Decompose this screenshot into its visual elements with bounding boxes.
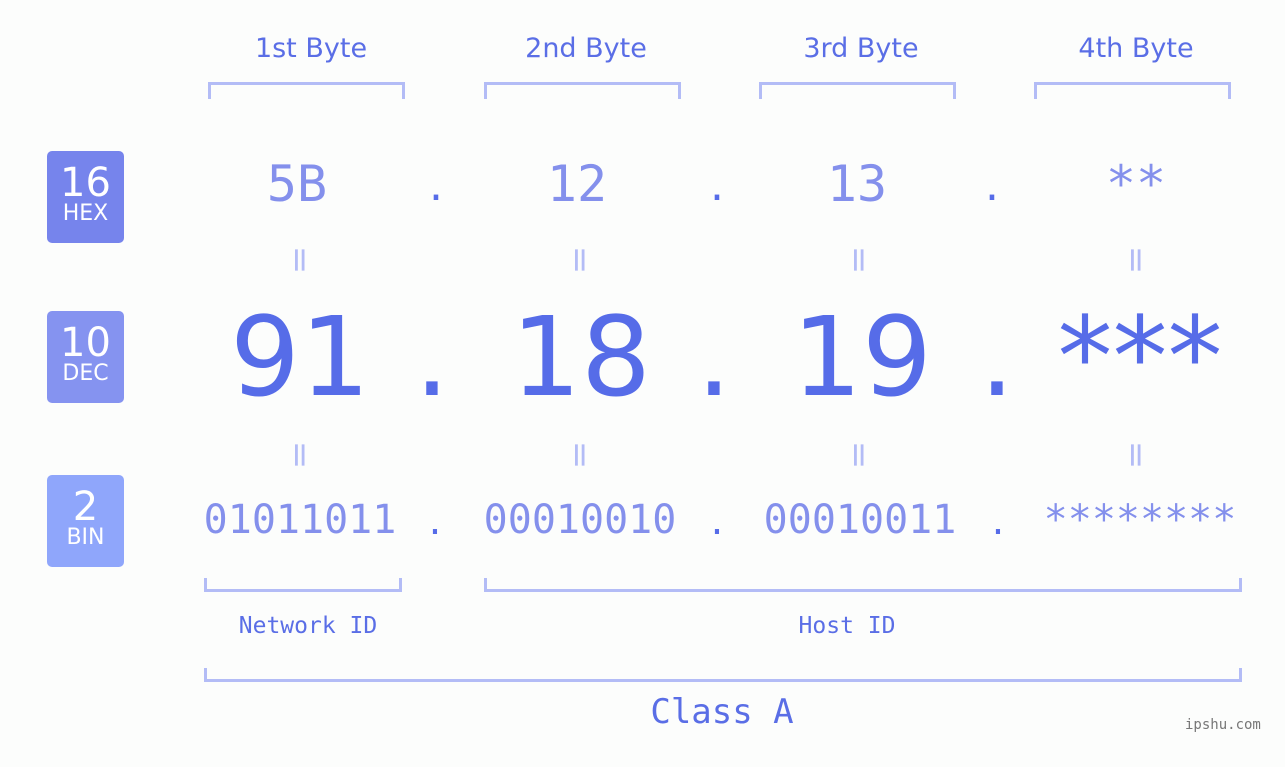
watermark: ipshu.com xyxy=(1185,717,1261,733)
equals-sign: = xyxy=(280,245,320,275)
hex-dot-3: . xyxy=(985,160,999,211)
hex-byte-1: 5B xyxy=(266,155,328,213)
class-label: Class A xyxy=(650,692,794,732)
equals-sign: = xyxy=(560,245,600,275)
class-bracket xyxy=(204,668,1242,682)
dec-byte-4: *** xyxy=(1057,293,1223,421)
byte-3-bracket xyxy=(759,82,956,99)
network-id-label: Network ID xyxy=(238,613,378,639)
bin-dot-2: . xyxy=(710,498,724,544)
hex-byte-4: ** xyxy=(1105,155,1167,213)
equals-sign: = xyxy=(280,440,320,470)
dec-badge: 10 DEC xyxy=(47,311,124,403)
dec-byte-1: 91 xyxy=(230,293,370,421)
dec-base: 10 xyxy=(60,320,111,366)
bin-dot-3: . xyxy=(991,498,1005,544)
dec-dot-1: . xyxy=(414,293,450,421)
byte-1-bracket xyxy=(208,82,405,99)
header-byte-1: 1st Byte xyxy=(254,33,368,64)
bin-byte-1: 01011011 xyxy=(203,497,397,543)
byte-2-bracket xyxy=(484,82,681,99)
dec-dot-2: . xyxy=(696,293,732,421)
dec-label: DEC xyxy=(62,361,109,386)
equals-sign: = xyxy=(1116,440,1156,470)
dec-dot-3: . xyxy=(979,293,1015,421)
equals-sign: = xyxy=(839,440,879,470)
hex-label: HEX xyxy=(62,201,109,226)
equals-sign: = xyxy=(839,245,879,275)
dec-byte-2: 18 xyxy=(511,293,651,421)
bin-badge: 2 BIN xyxy=(47,475,124,567)
hex-byte-2: 12 xyxy=(546,155,608,213)
bin-byte-4: ******** xyxy=(1043,497,1237,543)
bin-byte-3: 00010011 xyxy=(763,497,957,543)
bin-base: 2 xyxy=(72,484,99,530)
byte-4-bracket xyxy=(1034,82,1231,99)
bin-label: BIN xyxy=(66,525,105,550)
header-byte-2: 2nd Byte xyxy=(525,33,647,64)
equals-sign: = xyxy=(560,440,600,470)
hex-dot-1: . xyxy=(429,160,443,211)
hex-byte-3: 13 xyxy=(826,155,888,213)
host-id-label: Host ID xyxy=(798,613,896,639)
bin-dot-1: . xyxy=(428,498,442,544)
bin-byte-2: 00010010 xyxy=(483,497,677,543)
hex-dot-2: . xyxy=(710,160,724,211)
network-id-bracket xyxy=(204,578,402,592)
header-byte-4: 4th Byte xyxy=(1078,33,1194,64)
hex-badge: 16 HEX xyxy=(47,151,124,243)
header-byte-3: 3rd Byte xyxy=(803,33,919,64)
host-id-bracket xyxy=(484,578,1242,592)
equals-sign: = xyxy=(1116,245,1156,275)
dec-byte-3: 19 xyxy=(792,293,932,421)
hex-base: 16 xyxy=(60,160,111,206)
